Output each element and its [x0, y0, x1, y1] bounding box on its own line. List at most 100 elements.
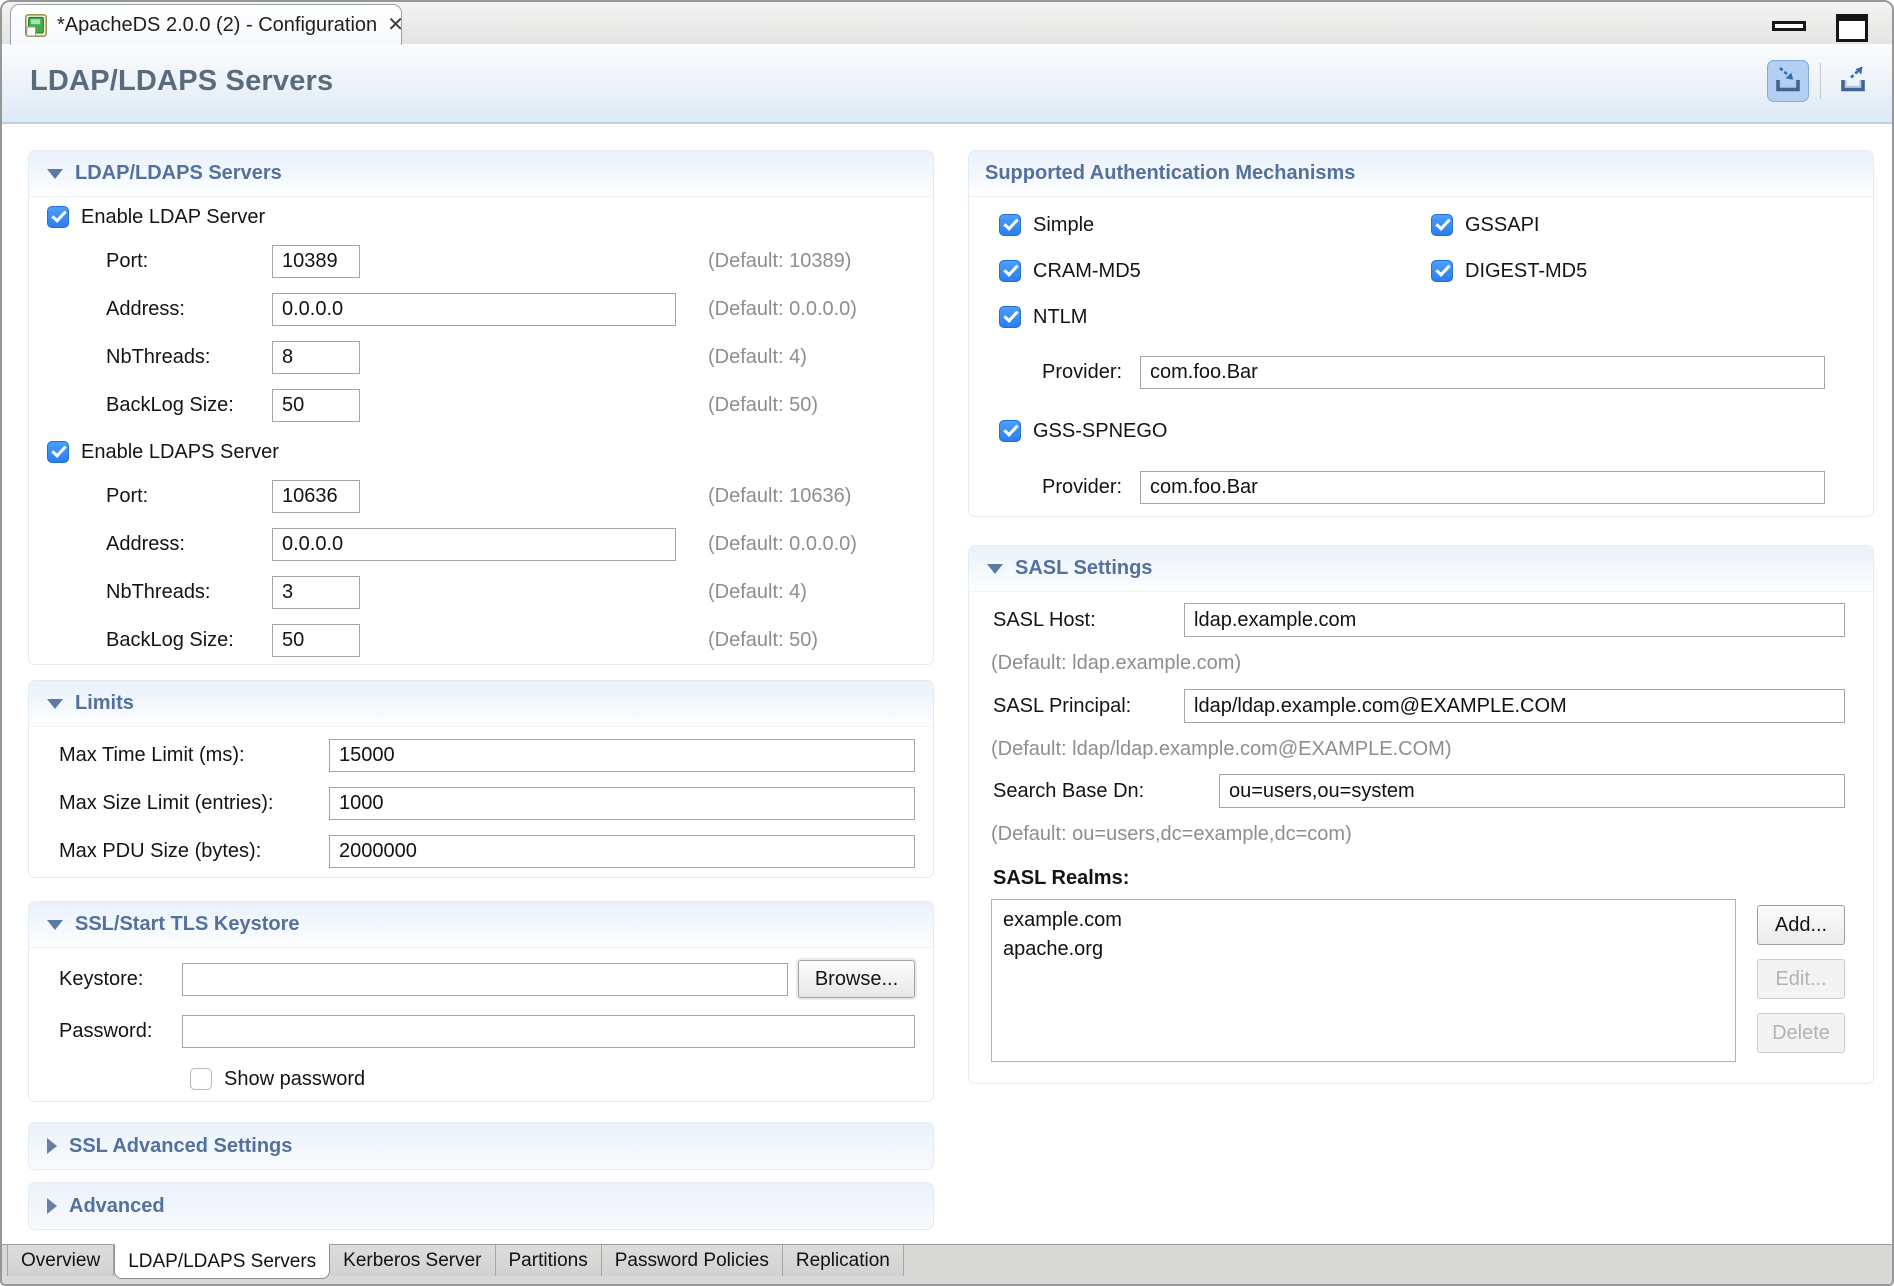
- toolbar-separator: [1820, 63, 1821, 99]
- section-title: SASL Settings: [1015, 557, 1152, 580]
- field-label: Search Base Dn:: [993, 780, 1209, 803]
- section-header-ssl-advanced[interactable]: SSL Advanced Settings: [29, 1123, 933, 1169]
- tab-partitions[interactable]: Partitions: [496, 1245, 602, 1276]
- gssapi-label: GSSAPI: [1465, 214, 1539, 237]
- ldap-nbthreads-row: NbThreads: (Default: 4): [29, 333, 933, 381]
- editor-tab-configuration[interactable]: *ApacheDS 2.0.0 (2) - Configuration ✕: [10, 4, 402, 45]
- max-time-limit-input[interactable]: [329, 739, 915, 772]
- ldap-port-row: Port: (Default: 10389): [29, 237, 933, 285]
- ldap-address-input[interactable]: [272, 293, 676, 326]
- default-hint: (Default: 10636): [708, 485, 851, 508]
- chevron-expanded-icon[interactable]: [47, 699, 63, 709]
- tab-password-policies[interactable]: Password Policies: [602, 1245, 783, 1276]
- field-label: NbThreads:: [106, 346, 272, 369]
- ldaps-port-input[interactable]: [272, 480, 360, 513]
- tab-ldap-ldaps-servers[interactable]: LDAP/LDAPS Servers: [114, 1244, 330, 1279]
- sasl-realms-label: SASL Realms:: [969, 850, 1873, 894]
- ldaps-backlog-row: BackLog Size: (Default: 50): [29, 616, 933, 664]
- default-hint: (Default: 50): [708, 629, 818, 652]
- tab-close-icon[interactable]: ✕: [387, 15, 404, 35]
- show-password-label: Show password: [224, 1068, 365, 1091]
- cram-md5-checkbox[interactable]: [999, 260, 1021, 282]
- list-item[interactable]: example.com: [992, 906, 1735, 935]
- field-label: NbThreads:: [106, 581, 272, 604]
- maximize-icon[interactable]: [1836, 14, 1868, 42]
- list-item[interactable]: apache.org: [992, 935, 1735, 964]
- ldaps-nbthreads-input[interactable]: [272, 576, 360, 609]
- enable-ldaps-checkbox[interactable]: [47, 441, 69, 463]
- minimize-icon[interactable]: [1772, 21, 1806, 31]
- default-hint: (Default: 10389): [708, 250, 851, 273]
- simple-checkbox[interactable]: [999, 214, 1021, 236]
- section-header-ssl-keystore[interactable]: SSL/Start TLS Keystore: [29, 902, 933, 948]
- sasl-host-input[interactable]: [1184, 603, 1845, 637]
- sasl-host-row: SASL Host:: [969, 592, 1873, 648]
- field-label: Password:: [59, 1020, 182, 1043]
- default-hint: (Default: ldap/ldap.example.com@EXAMPLE.…: [969, 734, 1873, 764]
- cram-md5-label: CRAM-MD5: [1033, 260, 1141, 283]
- gssapi-checkbox[interactable]: [1431, 214, 1453, 236]
- ntlm-provider-row: Provider:: [969, 340, 1873, 404]
- section-advanced: Advanced: [28, 1182, 934, 1230]
- ldaps-nbthreads-row: NbThreads: (Default: 4): [29, 568, 933, 616]
- tab-overview[interactable]: Overview: [7, 1245, 114, 1276]
- spnego-provider-row: Provider:: [969, 458, 1873, 516]
- search-base-dn-input[interactable]: [1219, 774, 1845, 808]
- default-hint: (Default: 50): [708, 394, 818, 417]
- spnego-provider-input[interactable]: [1140, 471, 1825, 504]
- delete-button[interactable]: Delete: [1757, 1013, 1845, 1053]
- editor-tab-strip: *ApacheDS 2.0.0 (2) - Configuration ✕: [2, 2, 1892, 45]
- chevron-expanded-icon[interactable]: [47, 920, 63, 930]
- gss-spnego-checkbox[interactable]: [999, 420, 1021, 442]
- field-label: BackLog Size:: [106, 629, 272, 652]
- digest-md5-checkbox[interactable]: [1431, 260, 1453, 282]
- ldap-port-input[interactable]: [272, 245, 360, 278]
- ldap-nbthreads-input[interactable]: [272, 341, 360, 374]
- chevron-expanded-icon[interactable]: [47, 169, 63, 179]
- ldaps-backlog-input[interactable]: [272, 624, 360, 657]
- ntlm-label: NTLM: [1033, 306, 1087, 329]
- left-column: LDAP/LDAPS Servers Enable LDAP Server Po…: [28, 150, 934, 1230]
- section-header-limits[interactable]: Limits: [29, 681, 933, 727]
- max-pdu-size-input[interactable]: [329, 835, 915, 868]
- sasl-realms-list[interactable]: example.com apache.org: [991, 899, 1736, 1062]
- import-configuration-button[interactable]: [1767, 60, 1809, 102]
- enable-ldap-checkbox[interactable]: [47, 206, 69, 228]
- ldaps-address-row: Address: (Default: 0.0.0.0): [29, 520, 933, 568]
- sasl-realms-area: example.com apache.org Add... Edit... De…: [991, 899, 1845, 1067]
- apacheds-file-icon: [25, 14, 47, 37]
- ldap-backlog-row: BackLog Size: (Default: 50): [29, 381, 933, 429]
- field-label: Address:: [106, 533, 272, 556]
- tab-replication[interactable]: Replication: [783, 1245, 904, 1276]
- add-button[interactable]: Add...: [1757, 905, 1845, 945]
- chevron-collapsed-icon[interactable]: [47, 1198, 57, 1214]
- ntlm-checkbox[interactable]: [999, 306, 1021, 328]
- mechanism-row: Simple GSSAPI: [969, 202, 1873, 248]
- keystore-input[interactable]: [182, 963, 788, 996]
- section-header-ldap-ldaps[interactable]: LDAP/LDAPS Servers: [29, 151, 933, 197]
- application-window: *ApacheDS 2.0.0 (2) - Configuration ✕ LD…: [0, 0, 1894, 1286]
- default-hint: (Default: ou=users,dc=example,dc=com): [969, 818, 1873, 850]
- export-configuration-button[interactable]: [1832, 60, 1874, 102]
- field-label: Max Size Limit (entries):: [59, 792, 329, 815]
- max-size-limit-input[interactable]: [329, 787, 915, 820]
- edit-button[interactable]: Edit...: [1757, 959, 1845, 999]
- chevron-expanded-icon[interactable]: [987, 564, 1003, 574]
- section-body: Keystore: Browse... Password: Show passw…: [29, 948, 933, 1101]
- ldaps-address-input[interactable]: [272, 528, 676, 561]
- tab-kerberos-server[interactable]: Kerberos Server: [330, 1245, 495, 1276]
- field-label: SASL Host:: [993, 609, 1174, 632]
- password-input[interactable]: [182, 1015, 915, 1048]
- chevron-collapsed-icon[interactable]: [47, 1138, 57, 1154]
- ntlm-provider-input[interactable]: [1140, 356, 1825, 389]
- ldap-backlog-input[interactable]: [272, 389, 360, 422]
- ldap-address-row: Address: (Default: 0.0.0.0): [29, 285, 933, 333]
- section-title: Advanced: [69, 1195, 165, 1218]
- header-actions: [1767, 60, 1874, 102]
- section-header-advanced[interactable]: Advanced: [29, 1183, 933, 1229]
- section-header-sasl[interactable]: SASL Settings: [969, 546, 1873, 592]
- page-title: LDAP/LDAPS Servers: [30, 65, 333, 98]
- show-password-checkbox[interactable]: [190, 1068, 212, 1090]
- browse-button[interactable]: Browse...: [798, 960, 915, 998]
- sasl-principal-input[interactable]: [1184, 689, 1845, 723]
